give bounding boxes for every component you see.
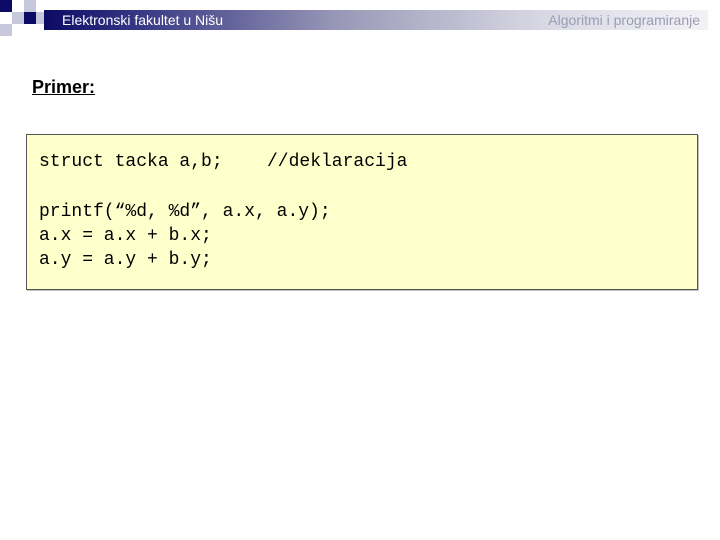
logo-square xyxy=(0,12,12,24)
code-line-assign-y: a.y = a.y + b.y; xyxy=(39,250,212,270)
logo-square xyxy=(24,24,36,36)
code-line-assign-x: a.x = a.x + b.x; xyxy=(39,226,212,246)
logo-square xyxy=(0,0,12,12)
code-comment: //deklaracija xyxy=(267,152,408,172)
header-course-title: Algoritmi i programiranje xyxy=(548,12,700,28)
header-faculty-title: Elektronski fakultet u Nišu xyxy=(62,12,224,28)
logo-square xyxy=(24,0,36,12)
code-box: struct tacka a,b; //deklaracija printf(“… xyxy=(26,134,698,290)
code-line-declaration: struct tacka a,b; xyxy=(39,152,223,172)
logo-square xyxy=(12,24,24,36)
logo-square xyxy=(12,12,24,24)
logo-square xyxy=(24,12,36,24)
section-heading: Primer: xyxy=(32,77,96,97)
logo-square xyxy=(12,0,24,12)
logo-square xyxy=(0,24,12,36)
code-line-printf: printf(“%d, %d”, a.x, a.y); xyxy=(39,202,331,222)
